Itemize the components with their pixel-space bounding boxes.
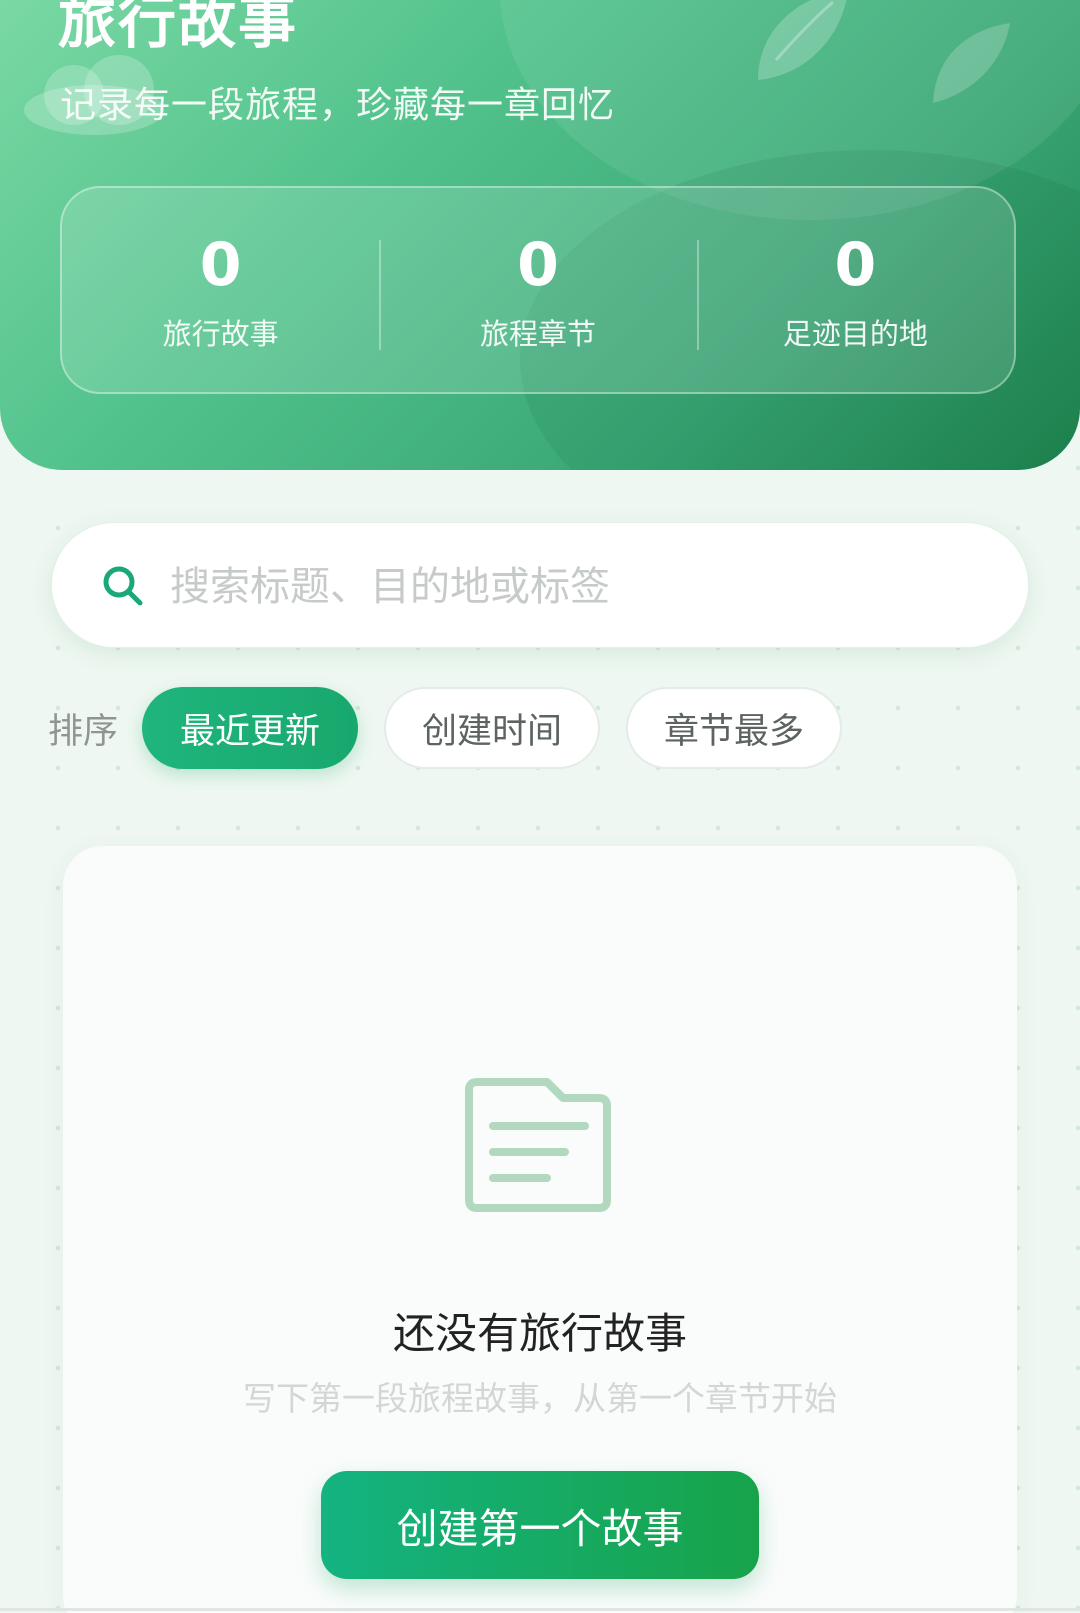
search-icon <box>103 566 143 606</box>
empty-state-card: 还没有旅行故事 写下第一段旅程故事，从第一个章节开始 创建第一个故事 <box>63 846 1017 1613</box>
page-subtitle: 记录每一段旅程，珍藏每一章回忆 <box>60 85 616 126</box>
stat-label: 旅行故事 <box>162 317 279 351</box>
document-folder-icon <box>465 1078 611 1212</box>
stat-value: 0 <box>199 230 242 300</box>
stat-value: 0 <box>517 230 559 300</box>
stat-value: 0 <box>834 230 877 300</box>
hero-header: 旅行故事 记录每一段旅程，珍藏每一章回忆 0 旅行故事 0 旅程章节 0 足迹目… <box>0 0 1080 470</box>
leaf-decoration-icon <box>933 23 1010 103</box>
sort-option-created[interactable]: 创建时间 <box>384 687 601 769</box>
stat-stories: 0 旅行故事 <box>62 188 379 392</box>
sort-row: 排序 最近更新 创建时间 章节最多 <box>48 686 868 770</box>
empty-state-description: 写下第一段旅程故事，从第一个章节开始 <box>243 1379 837 1418</box>
sort-label: 排序 <box>48 711 119 752</box>
stat-chapters: 0 旅程章节 <box>379 188 696 392</box>
stat-label: 足迹目的地 <box>782 317 928 351</box>
search-bar[interactable] <box>51 522 1029 648</box>
divider <box>0 1608 1080 1611</box>
leaf-decoration-icon <box>758 0 847 80</box>
empty-state-title: 还没有旅行故事 <box>392 1309 687 1358</box>
sort-option-most-chapters[interactable]: 章节最多 <box>626 687 843 769</box>
search-input[interactable] <box>168 551 992 623</box>
create-first-story-button[interactable]: 创建第一个故事 <box>321 1471 759 1579</box>
page-title: 旅行故事 <box>58 0 299 56</box>
sort-option-recent[interactable]: 最近更新 <box>142 687 359 769</box>
stat-destinations: 0 足迹目的地 <box>696 188 1014 392</box>
stat-label: 旅程章节 <box>479 317 596 351</box>
stats-card: 0 旅行故事 0 旅程章节 0 足迹目的地 <box>60 186 1016 394</box>
